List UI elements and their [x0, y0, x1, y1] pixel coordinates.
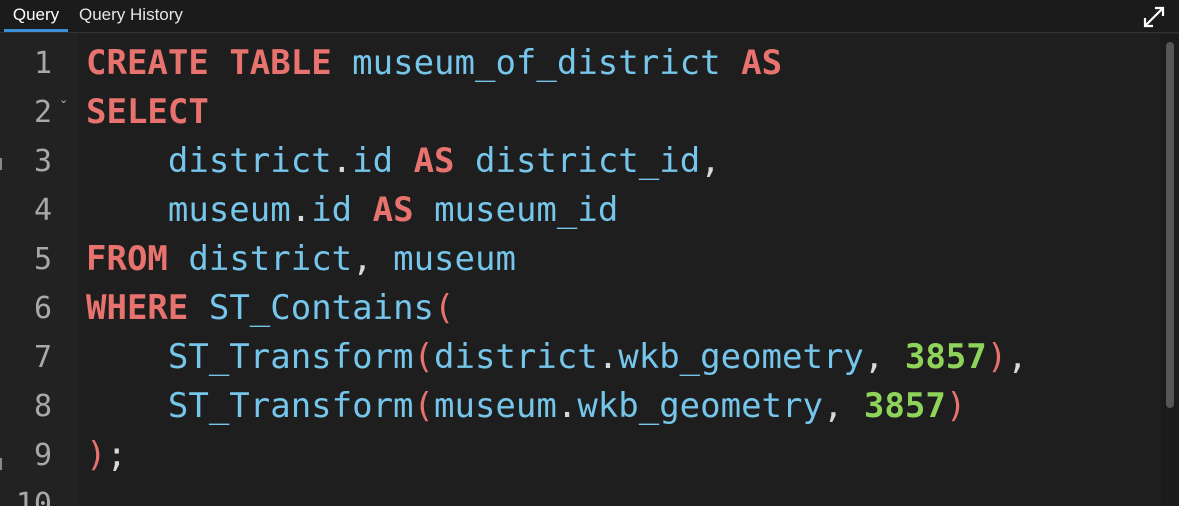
code-token: AS	[413, 141, 455, 181]
code-token: FROM	[86, 239, 168, 279]
code-line[interactable]	[78, 480, 1161, 506]
code-token: )	[945, 386, 967, 426]
code-token: ST_Transform	[167, 337, 414, 377]
code-token: museum_of_district	[352, 43, 721, 83]
code-token: ,	[863, 337, 905, 377]
line-number: 10	[15, 487, 52, 506]
line-number: 9	[33, 438, 52, 473]
code-line[interactable]: );	[78, 431, 1161, 480]
vertical-scrollbar[interactable]	[1161, 34, 1179, 506]
code-token: .	[290, 190, 312, 230]
code-token: wkb_geometry	[577, 386, 823, 426]
tab-bar: Query Query History	[0, 0, 1179, 33]
code-line[interactable]: FROM district, museum	[78, 235, 1161, 284]
code-token: ,	[822, 386, 864, 426]
code-token: ,	[352, 239, 394, 279]
line-number: 7	[33, 340, 52, 375]
code-token: id	[352, 141, 394, 181]
code-token: ,	[700, 141, 721, 181]
code-token: id	[311, 190, 353, 230]
code-token: ST_Contains	[208, 288, 435, 328]
sql-editor[interactable]: ⌄ 1 2 3 4 5 6 7 8 9 10 CREATE TABLE museum_of_dis…	[0, 34, 1179, 506]
code-token: WHERE	[86, 288, 189, 328]
code-token: .	[556, 386, 578, 426]
expand-icon[interactable]	[1141, 4, 1167, 30]
line-number: 6	[33, 291, 52, 326]
fold-chevron-icon[interactable]: ⌄	[59, 93, 68, 106]
code-token: (	[413, 337, 435, 377]
code-token: ;	[106, 435, 127, 475]
code-line[interactable]: ST_Transform(district.wkb_geometry, 3857…	[78, 333, 1161, 382]
code-token: .	[331, 141, 353, 181]
code-token: )	[86, 435, 107, 475]
code-line[interactable]: CREATE TABLE museum_of_district AS	[78, 39, 1161, 88]
code-token: (	[434, 288, 455, 328]
code-token: wkb_geometry	[618, 337, 864, 377]
code-token: museum_id	[434, 190, 619, 230]
line-number: 8	[33, 389, 52, 424]
code-token: AS	[372, 190, 414, 230]
line-number: 1	[33, 46, 52, 81]
code-token: district	[188, 239, 353, 279]
code-token: .	[597, 337, 619, 377]
line-number: 5	[33, 242, 52, 277]
code-token: museum	[434, 386, 557, 426]
code-token: )	[986, 337, 1008, 377]
line-number: 2	[33, 95, 52, 130]
code-token: TABLE	[229, 43, 332, 83]
code-line[interactable]: SELECT	[78, 88, 1161, 137]
code-token: 3857	[863, 386, 946, 426]
code-line[interactable]: district.id AS district_id,	[78, 137, 1161, 186]
tab-query-history[interactable]: Query History	[79, 0, 183, 32]
code-area[interactable]: CREATE TABLE museum_of_district AS SELECT…	[78, 34, 1161, 506]
code-token: CREATE	[86, 43, 209, 83]
code-token: (	[413, 386, 435, 426]
code-line[interactable]: museum.id AS museum_id	[78, 186, 1161, 235]
code-line[interactable]: ST_Transform(museum.wkb_geometry, 3857)	[78, 382, 1161, 431]
code-token: museum	[393, 239, 516, 279]
code-token: SELECT	[86, 92, 209, 132]
code-token: museum	[167, 190, 291, 230]
scrollbar-thumb[interactable]	[1166, 42, 1174, 408]
code-line[interactable]: WHERE ST_Contains(	[78, 284, 1161, 333]
code-token: ,	[1007, 337, 1028, 377]
line-number: 3	[33, 144, 52, 179]
code-token: district	[434, 337, 598, 377]
code-token: ST_Transform	[167, 386, 414, 426]
code-token: 3857	[904, 337, 987, 377]
tab-query[interactable]: Query	[4, 0, 68, 32]
line-number: 4	[33, 193, 52, 228]
line-number-gutter: ⌄ 1 2 3 4 5 6 7 8 9 10	[0, 34, 78, 506]
code-token: district	[167, 141, 332, 181]
code-token: AS	[741, 43, 783, 83]
code-token: district_id	[475, 141, 701, 181]
